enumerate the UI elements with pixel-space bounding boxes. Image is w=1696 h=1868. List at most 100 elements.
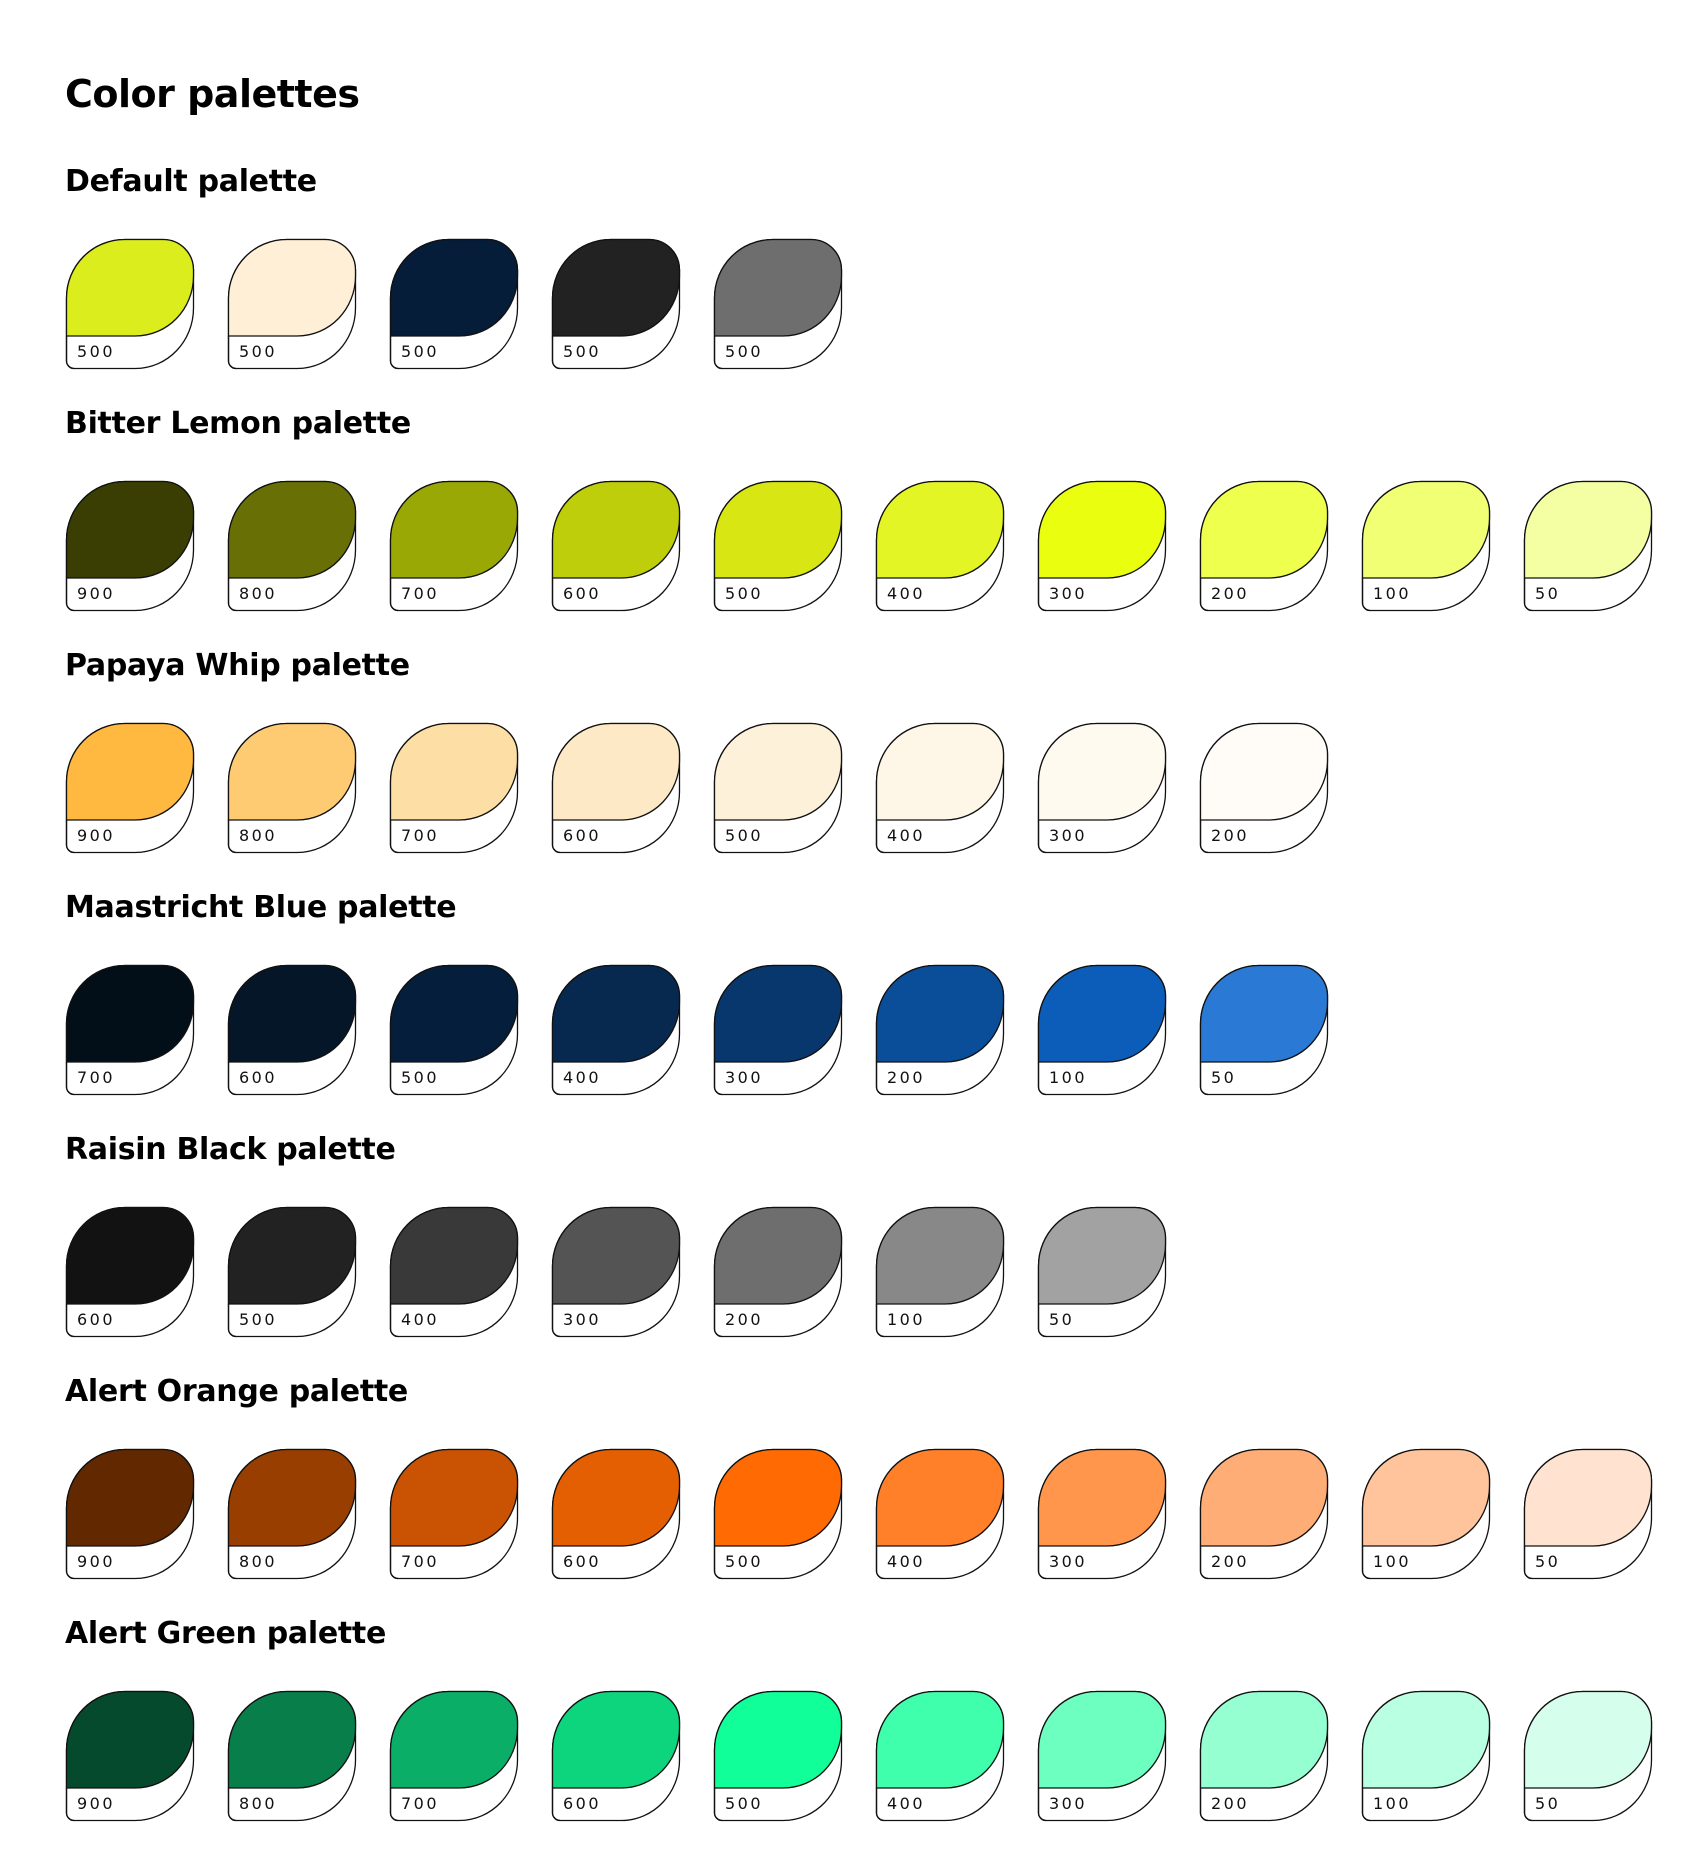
- color-swatch[interactable]: 900: [65, 480, 195, 612]
- color-swatch[interactable]: 800: [227, 1448, 357, 1580]
- swatch-shade-label: 100: [1049, 1068, 1088, 1087]
- color-swatch[interactable]: 500: [713, 1690, 843, 1822]
- color-swatch[interactable]: 50: [1037, 1206, 1167, 1338]
- color-swatch[interactable]: 900: [65, 1448, 195, 1580]
- color-swatch[interactable]: 500: [389, 238, 519, 370]
- color-swatch[interactable]: 400: [875, 1690, 1005, 1822]
- swatch-shade-label: 800: [239, 1552, 278, 1571]
- color-swatch[interactable]: 500: [227, 238, 357, 370]
- color-swatch[interactable]: 400: [875, 1448, 1005, 1580]
- color-swatch[interactable]: 400: [551, 964, 681, 1096]
- swatch-shade-label: 300: [563, 1310, 602, 1329]
- swatch-shade-label: 500: [725, 1552, 764, 1571]
- palette-section: Alert Orange palette 900 800 700 600 500 400 30…: [65, 1372, 1665, 1580]
- swatch-shade-label: 700: [401, 826, 440, 845]
- color-swatch[interactable]: 600: [227, 964, 357, 1096]
- palette-title: Bitter Lemon palette: [65, 406, 411, 441]
- swatch-shade-label: 500: [239, 342, 278, 361]
- color-swatch[interactable]: 700: [389, 1690, 519, 1822]
- swatch-row: 600 500 400 300 200 100 50: [65, 1206, 1665, 1338]
- color-swatch[interactable]: 700: [389, 722, 519, 854]
- color-swatch[interactable]: 100: [1037, 964, 1167, 1096]
- swatch-shade-label: 400: [887, 1794, 926, 1813]
- swatch-shade-label: 600: [239, 1068, 278, 1087]
- swatch-shade-label: 900: [77, 826, 116, 845]
- color-swatch[interactable]: 100: [1361, 480, 1491, 612]
- swatch-shade-label: 800: [239, 1794, 278, 1813]
- color-swatch[interactable]: 200: [1199, 1690, 1329, 1822]
- color-swatch[interactable]: 600: [551, 480, 681, 612]
- color-swatch[interactable]: 500: [389, 964, 519, 1096]
- swatch-shade-label: 800: [239, 826, 278, 845]
- swatch-shade-label: 200: [1211, 826, 1250, 845]
- swatch-shade-label: 700: [401, 1794, 440, 1813]
- swatch-shade-label: 400: [887, 1552, 926, 1571]
- palette-title: Papaya Whip palette: [65, 648, 410, 683]
- swatch-shade-label: 500: [725, 342, 764, 361]
- color-swatch[interactable]: 600: [551, 1690, 681, 1822]
- color-swatch[interactable]: 400: [875, 480, 1005, 612]
- color-swatch[interactable]: 900: [65, 1690, 195, 1822]
- color-swatch[interactable]: 800: [227, 1690, 357, 1822]
- color-swatch[interactable]: 300: [1037, 722, 1167, 854]
- color-swatch[interactable]: 200: [875, 964, 1005, 1096]
- color-swatch[interactable]: 300: [1037, 1448, 1167, 1580]
- color-swatch[interactable]: 200: [713, 1206, 843, 1338]
- color-swatch[interactable]: 500: [227, 1206, 357, 1338]
- color-swatch[interactable]: 600: [65, 1206, 195, 1338]
- swatch-row: 500 500 500 500 500: [65, 238, 1665, 370]
- swatch-shade-label: 900: [77, 584, 116, 603]
- color-swatch[interactable]: 100: [875, 1206, 1005, 1338]
- color-swatch[interactable]: 800: [227, 722, 357, 854]
- color-swatch[interactable]: 300: [1037, 1690, 1167, 1822]
- color-swatch[interactable]: 100: [1361, 1690, 1491, 1822]
- color-swatch[interactable]: 200: [1199, 1448, 1329, 1580]
- color-swatch[interactable]: 200: [1199, 480, 1329, 612]
- swatch-shade-label: 900: [77, 1552, 116, 1571]
- color-swatch[interactable]: 500: [551, 238, 681, 370]
- color-swatch[interactable]: 300: [1037, 480, 1167, 612]
- swatch-shade-label: 100: [1373, 1794, 1412, 1813]
- color-swatch[interactable]: 700: [389, 480, 519, 612]
- swatch-shade-label: 400: [401, 1310, 440, 1329]
- swatch-shade-label: 100: [887, 1310, 926, 1329]
- color-swatch[interactable]: 500: [713, 722, 843, 854]
- color-swatch[interactable]: 200: [1199, 722, 1329, 854]
- swatch-shade-label: 300: [1049, 1794, 1088, 1813]
- color-swatch[interactable]: 600: [551, 1448, 681, 1580]
- palette-title: Raisin Black palette: [65, 1132, 396, 1167]
- color-swatch[interactable]: 50: [1523, 1448, 1653, 1580]
- color-swatch[interactable]: 50: [1199, 964, 1329, 1096]
- palette-section: Papaya Whip palette 900 800 700 600 500 400 300…: [65, 646, 1665, 854]
- color-swatch[interactable]: 400: [389, 1206, 519, 1338]
- color-swatch[interactable]: 300: [713, 964, 843, 1096]
- color-swatch[interactable]: 500: [713, 480, 843, 612]
- color-swatch[interactable]: 100: [1361, 1448, 1491, 1580]
- swatch-shade-label: 100: [1373, 1552, 1412, 1571]
- color-swatch[interactable]: 500: [713, 238, 843, 370]
- palette-title: Default palette: [65, 164, 317, 199]
- color-swatch[interactable]: 700: [65, 964, 195, 1096]
- swatch-row: 900 800 700 600 500 400 300 200 100 50: [65, 480, 1665, 612]
- color-swatch[interactable]: 300: [551, 1206, 681, 1338]
- color-swatch[interactable]: 900: [65, 722, 195, 854]
- swatch-shade-label: 500: [563, 342, 602, 361]
- color-swatch[interactable]: 500: [65, 238, 195, 370]
- swatch-shade-label: 800: [239, 584, 278, 603]
- swatch-shade-label: 600: [77, 1310, 116, 1329]
- color-swatch[interactable]: 800: [227, 480, 357, 612]
- color-swatch[interactable]: 50: [1523, 480, 1653, 612]
- swatch-shade-label: 500: [401, 1068, 440, 1087]
- swatch-shade-label: 600: [563, 1794, 602, 1813]
- color-swatch[interactable]: 600: [551, 722, 681, 854]
- swatch-shade-label: 100: [1373, 584, 1412, 603]
- swatch-shade-label: 700: [77, 1068, 116, 1087]
- color-swatch[interactable]: 500: [713, 1448, 843, 1580]
- swatch-shade-label: 500: [77, 342, 116, 361]
- swatch-row: 900 800 700 600 500 400 300 200 100 50: [65, 1448, 1665, 1580]
- palette-section: Raisin Black palette 600 500 400 300 200 100 50: [65, 1130, 1665, 1338]
- color-swatch[interactable]: 50: [1523, 1690, 1653, 1822]
- color-swatch[interactable]: 400: [875, 722, 1005, 854]
- swatch-shade-label: 300: [1049, 1552, 1088, 1571]
- color-swatch[interactable]: 700: [389, 1448, 519, 1580]
